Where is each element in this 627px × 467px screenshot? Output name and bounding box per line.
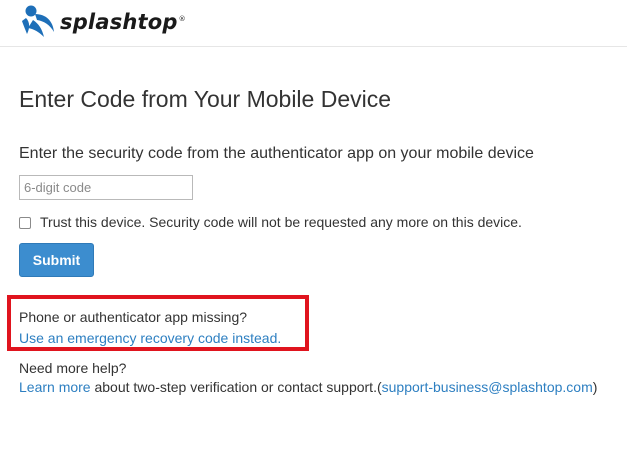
app-missing-question: Phone or authenticator app missing? — [19, 309, 248, 325]
instruction-text: Enter the security code from the authent… — [19, 145, 534, 162]
need-help-question: Need more help? — [19, 360, 127, 376]
trust-device-label[interactable]: Trust this device. Security code will no… — [40, 214, 522, 230]
security-code-input[interactable] — [19, 175, 193, 200]
trust-device-row[interactable]: Trust this device. Security code will no… — [19, 214, 522, 230]
splashtop-logo[interactable]: splashtop® — [22, 4, 186, 40]
learn-more-link[interactable]: Learn more — [19, 379, 91, 395]
recovery-code-link[interactable]: Use an emergency recovery code instead. — [19, 330, 281, 346]
submit-button[interactable]: Submit — [19, 243, 94, 277]
trademark-symbol: ® — [178, 15, 186, 23]
help-middle-text: about two-step verification or contact s… — [90, 379, 382, 395]
page-title: Enter Code from Your Mobile Device — [19, 86, 392, 112]
help-closing-text: ) — [592, 379, 598, 395]
page-header: splashtop® — [0, 0, 627, 47]
trust-device-checkbox[interactable] — [19, 216, 31, 229]
support-email-link[interactable]: support-business@splashtop.com — [382, 379, 593, 395]
help-text: Learn more about two-step verification o… — [19, 379, 597, 395]
splashtop-logo-icon — [22, 5, 54, 37]
brand-name: splashtop® — [60, 10, 186, 34]
